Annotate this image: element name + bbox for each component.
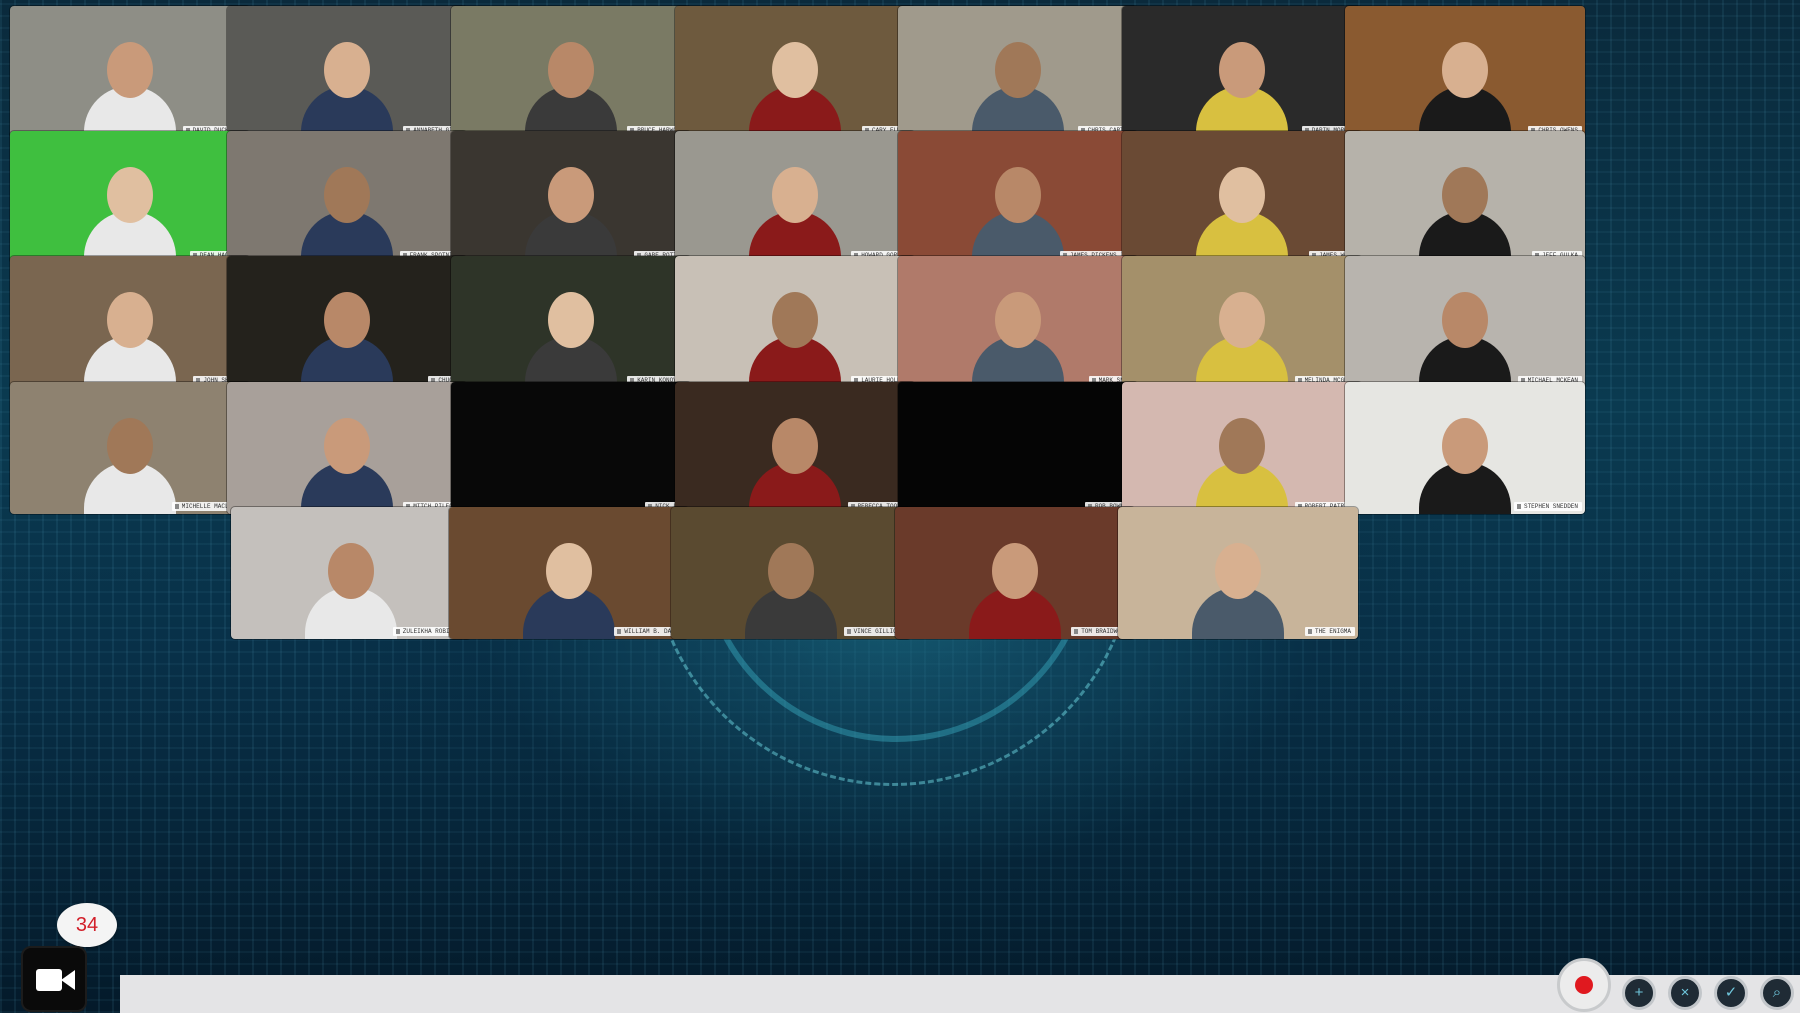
participant-tile[interactable]: ROB BOWMAN bbox=[898, 382, 1138, 514]
participant-tile[interactable]: ANNABETH GISH bbox=[227, 6, 467, 138]
participant-tile[interactable]: REBECCA TOOLAN bbox=[675, 382, 915, 514]
participant-tile[interactable]: DEAN HAGLUND bbox=[10, 131, 250, 263]
participant-video-face bbox=[324, 42, 370, 98]
participant-tile[interactable]: MITCH PILEGGI bbox=[227, 382, 467, 514]
participant-tile[interactable]: BRUCE HARWOOD bbox=[451, 6, 691, 138]
participant-video-face bbox=[548, 292, 594, 348]
participant-video-face bbox=[1442, 292, 1488, 348]
participant-tile[interactable]: LAURIE HOLDEN bbox=[675, 256, 915, 388]
participant-tile[interactable]: MELINDA MCGRAW bbox=[1122, 256, 1362, 388]
participant-video-face bbox=[772, 42, 818, 98]
close-icon: × bbox=[1680, 984, 1690, 1001]
participant-tile[interactable]: DAVID DUCHOVNY bbox=[10, 6, 250, 138]
participant-video-face bbox=[992, 543, 1038, 599]
participant-video-face bbox=[324, 292, 370, 348]
participant-video-face bbox=[1219, 292, 1265, 348]
participant-tile[interactable]: MICHELLE MACLAREN bbox=[10, 382, 250, 514]
participant-tile[interactable]: TOM BRAIDWOOD bbox=[895, 507, 1135, 639]
participant-video-face bbox=[995, 292, 1041, 348]
participant-video-face bbox=[328, 543, 374, 599]
participant-tile[interactable]: JEFF GULKA bbox=[1345, 131, 1585, 263]
search-button[interactable]: ⌕ bbox=[1760, 976, 1794, 1010]
participant-video-face bbox=[772, 167, 818, 223]
close-button[interactable]: × bbox=[1668, 976, 1702, 1010]
participant-video-face bbox=[772, 418, 818, 474]
participant-tile[interactable]: VINCE GILLIGAN bbox=[671, 507, 911, 639]
participant-video-face bbox=[1442, 167, 1488, 223]
participant-video-face bbox=[1442, 418, 1488, 474]
participant-tile[interactable]: MICHAEL MCKEAN bbox=[1345, 256, 1585, 388]
bottom-toolbar bbox=[120, 975, 1800, 1013]
participant-video-face bbox=[546, 543, 592, 599]
participant-tile[interactable]: ROBERT PATRICK bbox=[1122, 382, 1362, 514]
participant-tile[interactable]: WILLIAM B. DAVIS bbox=[449, 507, 689, 639]
participant-tile[interactable]: MARK SNOW bbox=[898, 256, 1138, 388]
participant-video-face bbox=[548, 42, 594, 98]
plus-button[interactable]: + bbox=[1622, 976, 1656, 1010]
participant-tile[interactable]: JAMES WONG bbox=[1122, 131, 1362, 263]
participant-video-face bbox=[995, 42, 1041, 98]
participant-tile[interactable]: JAMES PICKENS JR. bbox=[898, 131, 1138, 263]
participant-tile[interactable]: NICK LEA bbox=[451, 382, 691, 514]
video-camera-icon bbox=[36, 969, 62, 991]
participant-tile[interactable]: CHUCKY bbox=[227, 256, 467, 388]
participant-video-face bbox=[1219, 167, 1265, 223]
plus-icon: + bbox=[1634, 984, 1644, 1001]
participant-video-face bbox=[324, 418, 370, 474]
participant-video-face bbox=[995, 167, 1041, 223]
participant-tile[interactable]: HOWARD GORDON bbox=[675, 131, 915, 263]
participant-tile[interactable]: CHRIS OWENS bbox=[1345, 6, 1585, 138]
search-icon: ⌕ bbox=[1772, 984, 1782, 1001]
participant-tile[interactable]: KARIN KONOVAL bbox=[451, 256, 691, 388]
participant-video-face bbox=[107, 292, 153, 348]
participant-video-face bbox=[772, 292, 818, 348]
participant-video-face bbox=[548, 167, 594, 223]
camera-button[interactable] bbox=[21, 946, 87, 1012]
check-icon: ✓ bbox=[1724, 984, 1738, 1001]
video-camera-lens-icon bbox=[61, 970, 75, 990]
participant-video-face bbox=[107, 418, 153, 474]
participant-tile[interactable]: JOHN SHIBAN bbox=[10, 256, 250, 388]
participant-name-label: THE ENIGMA bbox=[1304, 627, 1355, 636]
participant-video-face bbox=[107, 167, 153, 223]
participant-tile[interactable]: CARY ELWES bbox=[675, 6, 915, 138]
participant-video-face bbox=[1442, 42, 1488, 98]
participant-count-badge: 34 bbox=[57, 903, 117, 947]
participant-tile[interactable]: CHRIS CARTER bbox=[898, 6, 1138, 138]
participant-tile[interactable]: ZULEIKHA ROBINSON bbox=[231, 507, 471, 639]
check-button[interactable]: ✓ bbox=[1714, 976, 1748, 1010]
participant-video-face bbox=[107, 42, 153, 98]
record-button[interactable] bbox=[1557, 958, 1611, 1012]
participant-tile[interactable]: STEPHEN SNEDDEN bbox=[1345, 382, 1585, 514]
participant-video-face bbox=[768, 543, 814, 599]
participant-video-face bbox=[1219, 418, 1265, 474]
participant-video-face bbox=[1219, 42, 1265, 98]
participant-video-face bbox=[1215, 543, 1261, 599]
participant-tile[interactable]: DARIN MORGAN bbox=[1122, 6, 1362, 138]
participant-tile[interactable]: THE ENIGMA bbox=[1118, 507, 1358, 639]
participant-video-face bbox=[324, 167, 370, 223]
participant-tile[interactable]: GABE ROTTER bbox=[451, 131, 691, 263]
record-dot-icon bbox=[1575, 976, 1593, 994]
participant-tile[interactable]: FRANK SPOTNITZ bbox=[227, 131, 467, 263]
participant-name-label: STEPHEN SNEDDEN bbox=[1513, 502, 1582, 511]
